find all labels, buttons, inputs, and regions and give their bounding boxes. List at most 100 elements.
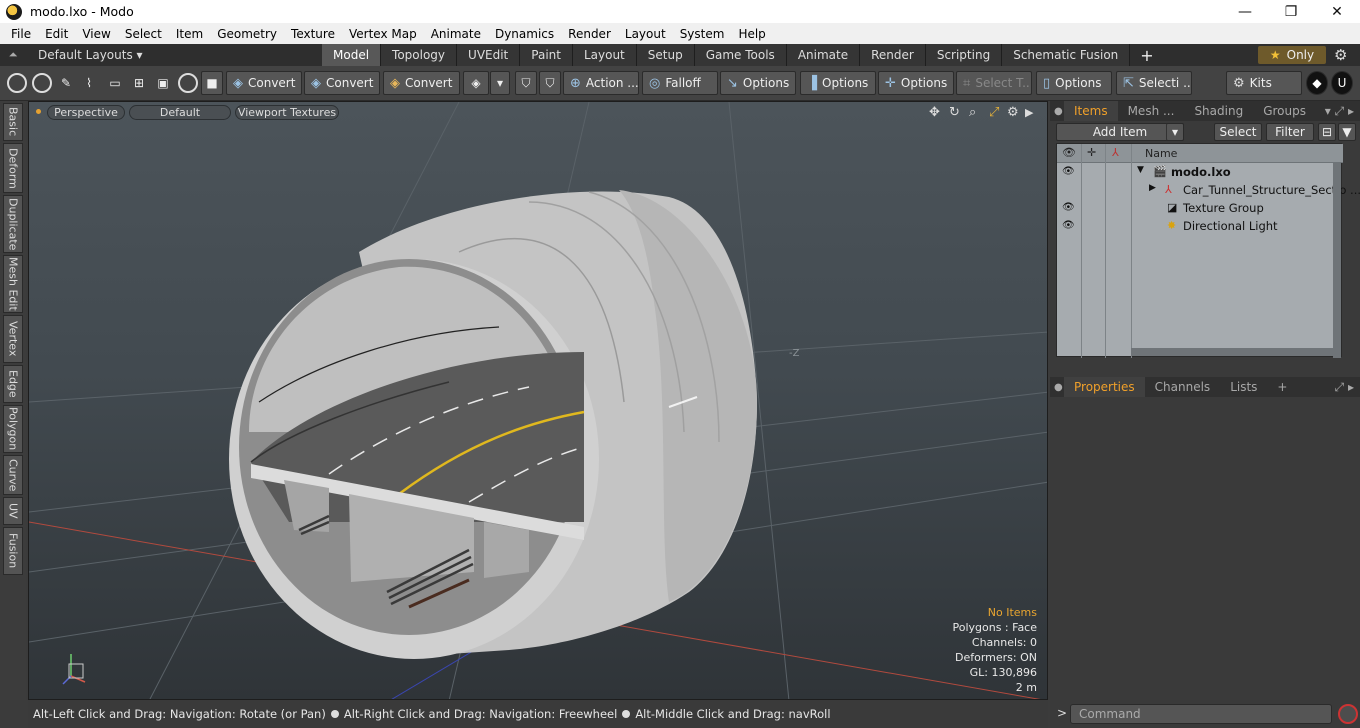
tab-setup[interactable]: Setup bbox=[636, 44, 695, 66]
pan-move-icon[interactable]: ✥ bbox=[929, 105, 940, 120]
panel-options-icon[interactable]: ▾ ⤢ ▸ bbox=[1325, 104, 1354, 119]
viewport-gear-icon[interactable]: ⚙ bbox=[1007, 105, 1019, 120]
name-column-header[interactable]: Name bbox=[1145, 147, 1177, 160]
side-tab-vertex[interactable]: Vertex bbox=[3, 315, 23, 363]
convert-button-3[interactable]: ◈ Convert bbox=[383, 71, 460, 95]
funnel-filter-icon[interactable]: ▼ bbox=[1338, 123, 1356, 141]
default-layouts-dropdown[interactable]: Default Layouts ▾ bbox=[26, 48, 322, 62]
globe-icon[interactable] bbox=[32, 73, 52, 93]
falloff-button[interactable]: ◎ Falloff bbox=[642, 71, 718, 95]
expand-arrow-icon[interactable]: ▶ bbox=[1149, 183, 1156, 193]
zoom-icon[interactable]: ⌕ bbox=[969, 105, 976, 120]
tab-items[interactable]: Items bbox=[1064, 101, 1118, 121]
tab-mesh[interactable]: Mesh ... bbox=[1118, 101, 1185, 121]
add-panel-tab-button[interactable]: + bbox=[1267, 377, 1297, 397]
record-macro-icon[interactable] bbox=[1338, 704, 1358, 724]
select-through-button[interactable]: ⌗ Select T... bbox=[956, 71, 1032, 95]
tab-paint[interactable]: Paint bbox=[520, 44, 573, 66]
shield-icon[interactable]: ⛉ bbox=[515, 71, 537, 95]
tab-topology[interactable]: Topology bbox=[381, 44, 458, 66]
unity-icon[interactable]: ◆ bbox=[1306, 71, 1328, 95]
shield-alt-icon[interactable]: ⛉ bbox=[539, 71, 561, 95]
panel-options-icon[interactable]: ⤢ ▸ bbox=[1335, 380, 1354, 395]
options-button-1[interactable]: ↘ Options bbox=[720, 71, 796, 95]
gear-icon[interactable]: ⚙ bbox=[1334, 46, 1347, 64]
menu-view[interactable]: View bbox=[75, 27, 117, 41]
menu-help[interactable]: Help bbox=[731, 27, 772, 41]
viewport-textures-button[interactable]: Viewport Textures bbox=[235, 105, 339, 120]
tab-scripting[interactable]: Scripting bbox=[925, 44, 1003, 66]
tab-render[interactable]: Render bbox=[860, 44, 926, 66]
only-toggle-button[interactable]: ★ Only bbox=[1258, 46, 1326, 64]
eye-icon[interactable]: 👁 bbox=[1062, 220, 1075, 231]
command-input[interactable]: Command bbox=[1070, 704, 1332, 724]
menu-layout[interactable]: Layout bbox=[618, 27, 673, 41]
rotate-view-icon[interactable]: ↻ bbox=[949, 105, 960, 120]
side-tab-edge[interactable]: Edge bbox=[3, 365, 23, 403]
side-tab-basic[interactable]: Basic bbox=[3, 103, 23, 141]
menu-vertex-map[interactable]: Vertex Map bbox=[342, 27, 424, 41]
menu-geometry[interactable]: Geometry bbox=[210, 27, 284, 41]
menu-select[interactable]: Select bbox=[118, 27, 169, 41]
options-button-4[interactable]: ▯ Options bbox=[1036, 71, 1112, 95]
menu-edit[interactable]: Edit bbox=[38, 27, 75, 41]
side-tab-duplicate[interactable]: Duplicate bbox=[3, 195, 23, 253]
viewport-expand-icon[interactable]: ▶ bbox=[1025, 106, 1033, 119]
menu-item[interactable]: Item bbox=[169, 27, 210, 41]
item-mode-icon[interactable]: ▣ bbox=[152, 71, 174, 95]
fit-view-icon[interactable]: ⤢ bbox=[989, 105, 999, 120]
panel-menu-dot-icon[interactable]: ● bbox=[1050, 382, 1064, 393]
tab-uvedit[interactable]: UVEdit bbox=[457, 44, 521, 66]
side-tab-deform[interactable]: Deform bbox=[3, 143, 23, 193]
tab-game-tools[interactable]: Game Tools bbox=[694, 44, 787, 66]
vertical-scrollbar[interactable] bbox=[1333, 163, 1341, 358]
tab-layout[interactable]: Layout bbox=[572, 44, 637, 66]
menu-render[interactable]: Render bbox=[561, 27, 618, 41]
selection-sets-button[interactable]: ⇱ Selecti ... bbox=[1116, 71, 1192, 95]
dropdown-arrow-icon[interactable]: ▾ bbox=[490, 71, 510, 95]
viewport-menu-dot[interactable] bbox=[36, 109, 41, 114]
tab-schematic-fusion[interactable]: Schematic Fusion bbox=[1002, 44, 1131, 66]
view-perspective-button[interactable]: Perspective bbox=[47, 105, 125, 120]
panel-menu-dot-icon[interactable]: ● bbox=[1050, 106, 1064, 117]
pen-icon[interactable]: ✎ bbox=[55, 71, 77, 95]
unreal-icon[interactable]: U bbox=[1331, 71, 1353, 95]
list-item[interactable]: 👁 ✸ Directional Light bbox=[1057, 217, 1343, 235]
lock-column-icon[interactable]: ✛ bbox=[1087, 146, 1096, 159]
side-tab-polygon[interactable]: Polygon bbox=[3, 405, 23, 453]
visibility-column-icon[interactable]: 👁 bbox=[1062, 146, 1076, 159]
side-tab-fusion[interactable]: Fusion bbox=[3, 527, 23, 575]
side-tab-uv[interactable]: UV bbox=[3, 497, 23, 525]
kits-button[interactable]: ⚙ Kits bbox=[1226, 71, 1302, 95]
add-layout-button[interactable]: + bbox=[1130, 46, 1163, 65]
list-item[interactable]: 👁 ▼ 🎬 modo.lxo bbox=[1057, 163, 1343, 181]
minimize-button[interactable]: — bbox=[1222, 0, 1268, 23]
expand-arrow-icon[interactable]: ▼ bbox=[1137, 165, 1144, 175]
options-button-2[interactable]: ▐ Options bbox=[800, 71, 876, 95]
material-mode-icon[interactable] bbox=[178, 73, 198, 93]
add-item-dropdown-icon[interactable]: ▾ bbox=[1166, 123, 1184, 141]
3d-viewport[interactable]: Perspective Default Viewport Textures ✥ … bbox=[28, 101, 1048, 700]
convert-button-1[interactable]: ◈ Convert bbox=[226, 71, 302, 95]
list-item[interactable]: ▶ ⅄ Car_Tunnel_Structure_Sectio ... bbox=[1057, 181, 1360, 199]
tab-properties[interactable]: Properties bbox=[1064, 377, 1145, 397]
side-tab-curve[interactable]: Curve bbox=[3, 455, 23, 495]
eye-icon[interactable]: 👁 bbox=[1062, 166, 1075, 177]
type-column-icon[interactable]: ⅄ bbox=[1112, 146, 1119, 159]
menu-dynamics[interactable]: Dynamics bbox=[488, 27, 561, 41]
menu-file[interactable]: File bbox=[4, 27, 38, 41]
vertex-mode-icon[interactable] bbox=[7, 73, 27, 93]
maximize-button[interactable]: ❐ bbox=[1268, 0, 1314, 23]
list-item[interactable]: 👁 ◪ Texture Group bbox=[1057, 199, 1343, 217]
view-default-style-button[interactable]: Default bbox=[129, 105, 231, 120]
tab-model[interactable]: Model bbox=[322, 44, 382, 66]
tab-groups[interactable]: Groups bbox=[1253, 101, 1316, 121]
layout-collapse-icon[interactable]: ⏶ bbox=[0, 48, 26, 62]
menu-system[interactable]: System bbox=[673, 27, 732, 41]
menu-animate[interactable]: Animate bbox=[424, 27, 488, 41]
tab-channels[interactable]: Channels bbox=[1145, 377, 1221, 397]
convert-button-2[interactable]: ◈ Convert bbox=[304, 71, 380, 95]
collapse-icon[interactable]: ⊟ bbox=[1318, 123, 1336, 141]
menu-texture[interactable]: Texture bbox=[284, 27, 342, 41]
convert-options-icon[interactable]: ◈ bbox=[463, 71, 489, 95]
